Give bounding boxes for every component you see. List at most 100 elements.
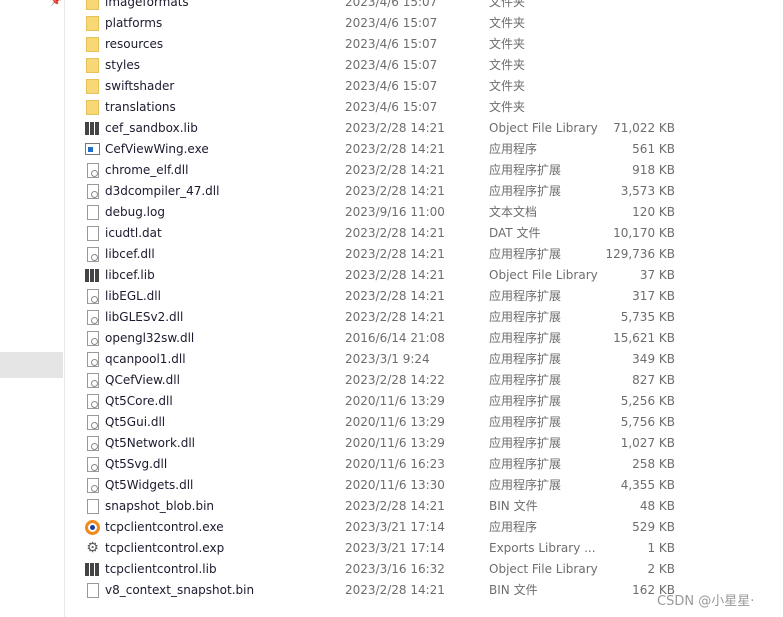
file-row[interactable]: QCefView.dll 2023/2/28 14:22 应用程序扩展 827 KB [65,370,783,391]
file-row[interactable]: swiftshader 2023/4/6 15:07 文件夹 [65,76,783,97]
file-date: 2023/2/28 14:21 [345,310,445,324]
file-size: 317 KB [632,289,675,303]
file-row[interactable]: d3dcompiler_47.dll 2023/2/28 14:21 应用程序扩展 3… [65,181,783,202]
file-size: 71,022 KB [613,121,675,135]
file-name: libcef.dll [105,247,155,261]
file-row[interactable]: imageformats 2023/4/6 15:07 文件夹 [65,0,783,13]
library-file-icon [85,269,100,282]
file-name: tcpclientcontrol.lib [105,562,217,576]
file-row[interactable]: CefViewWing.exe 2023/2/28 14:21 应用程序 561 KB [65,139,783,160]
dll-file-icon [87,436,99,451]
file-name: CefViewWing.exe [105,142,209,156]
folder-icon [86,58,99,73]
file-name: tcpclientcontrol.exp [105,541,225,555]
file-row[interactable]: Qt5Widgets.dll 2020/11/6 13:30 应用程序扩展 4,355… [65,475,783,496]
dll-file-icon [87,457,99,472]
file-date: 2020/11/6 13:29 [345,394,445,408]
file-size: 1 KB [647,541,675,555]
file-type: 文件夹 [489,0,526,9]
watermark: CSDN @小星星· [657,594,755,609]
file-date: 2023/2/28 14:21 [345,142,445,156]
file-type: 文件夹 [489,79,526,93]
file-name: icudtl.dat [105,226,162,240]
file-row[interactable]: libcef.lib 2023/2/28 14:21 Object File Lib… [65,265,783,286]
library-file-icon [85,563,100,576]
file-type: 应用程序扩展 [489,289,562,303]
file-row[interactable]: icudtl.dat 2023/2/28 14:21 DAT 文件 10,170 KB [65,223,783,244]
file-row[interactable]: styles 2023/4/6 15:07 文件夹 [65,55,783,76]
file-size: 258 KB [632,457,675,471]
file-size: 827 KB [632,373,675,387]
file-date: 2023/4/6 15:07 [345,16,438,30]
file-type: 应用程序扩展 [489,310,562,324]
application-icon [85,143,100,155]
file-size: 918 KB [632,163,675,177]
file-icon [87,205,99,220]
file-row[interactable]: Qt5Svg.dll 2020/11/6 16:23 应用程序扩展 258 KB [65,454,783,475]
file-icon [87,226,99,241]
file-name: chrome_elf.dll [105,163,189,177]
file-list: imageformats 2023/4/6 15:07 文件夹 platforms 20… [65,0,783,601]
file-name: opengl32sw.dll [105,331,195,345]
file-size: 561 KB [632,142,675,156]
dll-file-icon [87,289,99,304]
file-icon [87,583,99,598]
file-row[interactable]: debug.log 2023/9/16 11:00 文本文档 120 KB [65,202,783,223]
dll-file-icon [87,352,99,367]
file-row[interactable]: platforms 2023/4/6 15:07 文件夹 [65,13,783,34]
file-row[interactable]: ⚙ tcpclientcontrol.exp 2023/3/21 17:14 Expo… [65,538,783,559]
file-date: 2023/2/28 14:21 [345,268,445,282]
file-type: 文件夹 [489,37,526,51]
file-row[interactable]: tcpclientcontrol.exe 2023/3/21 17:14 应用程序 5… [65,517,783,538]
file-size: 120 KB [632,205,675,219]
file-name: Qt5Network.dll [105,436,195,450]
file-date: 2023/2/28 14:21 [345,247,445,261]
file-name: platforms [105,16,163,30]
file-row[interactable]: Qt5Core.dll 2020/11/6 13:29 应用程序扩展 5,256 KB [65,391,783,412]
file-row[interactable]: opengl32sw.dll 2016/6/14 21:08 应用程序扩展 15,62… [65,328,783,349]
file-size: 129,736 KB [605,247,675,261]
navigation-pane[interactable]: 📌 [0,0,65,617]
file-name: libEGL.dll [105,289,161,303]
dll-file-icon [87,373,99,388]
file-row[interactable]: libGLESv2.dll 2023/2/28 14:21 应用程序扩展 5,735 … [65,307,783,328]
app-eye-icon [85,520,100,535]
file-row[interactable]: qcanpool1.dll 2023/3/1 9:24 应用程序扩展 349 KB [65,349,783,370]
file-row[interactable]: Qt5Network.dll 2020/11/6 13:29 应用程序扩展 1,027… [65,433,783,454]
file-row[interactable]: tcpclientcontrol.lib 2023/3/16 16:32 Objec… [65,559,783,580]
file-row[interactable]: libEGL.dll 2023/2/28 14:21 应用程序扩展 317 KB [65,286,783,307]
file-size: 37 KB [639,268,675,282]
file-row[interactable]: chrome_elf.dll 2023/2/28 14:21 应用程序扩展 918 K… [65,160,783,181]
dll-file-icon [87,394,99,409]
file-row[interactable]: translations 2023/4/6 15:07 文件夹 [65,97,783,118]
file-date: 2023/4/6 15:07 [345,79,438,93]
file-row[interactable]: Qt5Gui.dll 2020/11/6 13:29 应用程序扩展 5,756 KB [65,412,783,433]
file-date: 2023/4/6 15:07 [345,58,438,72]
file-type: BIN 文件 [489,583,538,597]
file-type: 应用程序扩展 [489,373,562,387]
file-type: 应用程序 [489,142,538,156]
file-row[interactable]: resources 2023/4/6 15:07 文件夹 [65,34,783,55]
file-type: 文本文档 [489,205,538,219]
file-type: 应用程序扩展 [489,247,562,261]
dll-file-icon [87,163,99,178]
file-type: Object File Library [489,121,598,135]
file-name: Qt5Widgets.dll [105,478,194,492]
file-type: 应用程序扩展 [489,457,562,471]
file-type: 文件夹 [489,58,526,72]
file-icon [87,499,99,514]
file-date: 2023/4/6 15:07 [345,37,438,51]
exports-gear-icon: ⚙ [86,540,99,556]
file-date: 2020/11/6 13:29 [345,436,445,450]
file-name: cef_sandbox.lib [105,121,198,135]
file-row[interactable]: libcef.dll 2023/2/28 14:21 应用程序扩展 129,736 K… [65,244,783,265]
file-type: DAT 文件 [489,226,541,240]
file-date: 2023/4/6 15:07 [345,100,438,114]
file-row[interactable]: cef_sandbox.lib 2023/2/28 14:21 Object Fil… [65,118,783,139]
file-size: 5,756 KB [620,415,675,429]
file-name: snapshot_blob.bin [105,499,215,513]
file-date: 2023/2/28 14:22 [345,373,445,387]
file-row[interactable]: snapshot_blob.bin 2023/2/28 14:21 BIN 文件 48… [65,496,783,517]
file-date: 2020/11/6 13:29 [345,415,445,429]
nav-selected-item[interactable] [0,352,63,378]
